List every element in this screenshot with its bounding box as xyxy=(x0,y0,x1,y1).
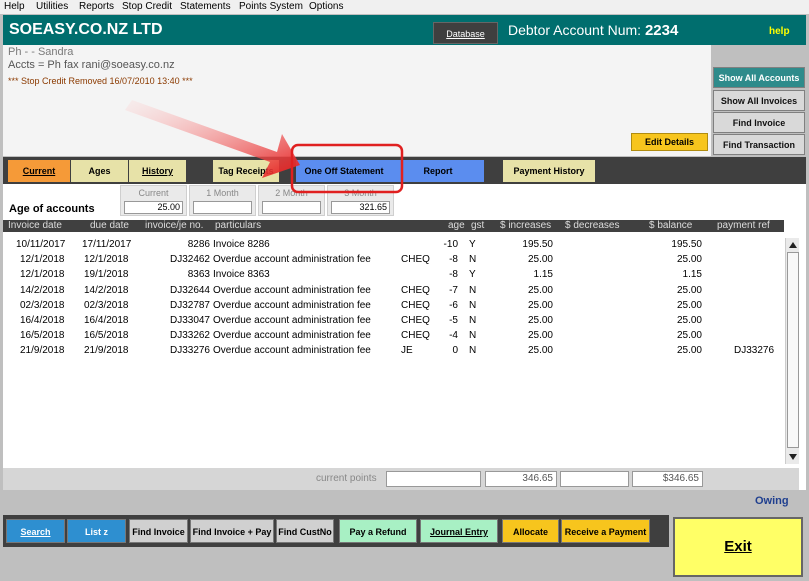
annotation-overlay xyxy=(125,100,404,194)
highlight-box xyxy=(290,143,404,194)
highlight-arrow-icon xyxy=(125,100,300,178)
